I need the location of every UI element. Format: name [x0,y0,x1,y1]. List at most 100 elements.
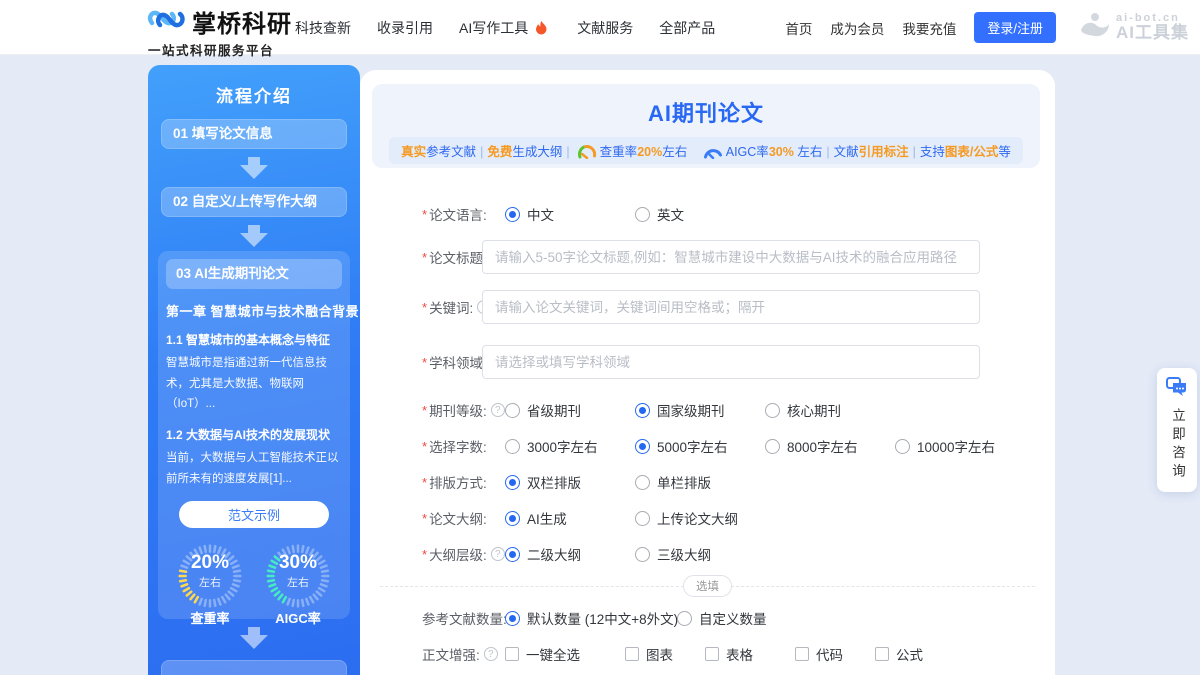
outline-source-option-AI生成[interactable]: AI生成 [505,508,635,528]
radio-checked-control[interactable] [505,475,520,490]
badge-text: 生成大纲 [512,145,562,159]
word-count-option-5000字左右[interactable]: 5000字左右 [635,436,765,456]
header-link-首页[interactable]: 首页 [785,18,812,38]
nav-item-全部产品[interactable]: 全部产品 [659,18,715,38]
keywords-input[interactable] [482,290,980,324]
reference-count-option-自定义数量[interactable]: 自定义数量 [677,608,807,628]
field-label-text: 学科领域: [429,352,487,372]
nav-item-科技查新[interactable]: 科技查新 [295,18,351,38]
radio-control[interactable] [677,611,692,626]
content-enhance-option-公式[interactable]: 公式 [875,644,955,664]
option-label: 单栏排版 [657,472,711,492]
layout-style-option-双栏排版[interactable]: 双栏排版 [505,472,635,492]
field-label-text: 论文语言: [429,204,487,224]
outline-depth-option-二级大纲[interactable]: 二级大纲 [505,544,635,564]
paper-language-option-中文[interactable]: 中文 [505,204,635,224]
option-label: 核心期刊 [787,400,841,420]
checkbox-control[interactable] [795,647,809,661]
paper-title-input[interactable] [482,240,980,274]
consult-label: 立即咨询 [1167,408,1187,482]
option-label: 10000字左右 [917,436,995,456]
checkbox-control[interactable] [705,647,719,661]
preview-section-heading: 1.2 大数据与AI技术的发展现状 [166,426,342,443]
form-row-reference-count: 参考文献数量:默认数量 (12中文+8外文)自定义数量 [360,600,1055,636]
help-icon[interactable]: ? [484,647,498,661]
reference-count-option-默认数量 (12中文+8外文)[interactable]: 默认数量 (12中文+8外文) [505,608,677,628]
word-count-option-10000字左右[interactable]: 10000字左右 [895,436,1030,456]
subject-area-input[interactable] [482,345,980,379]
radio-checked-control[interactable] [505,547,520,562]
sample-paper-button[interactable]: 范文示例 [179,501,329,528]
login-register-button[interactable]: 登录/注册 [974,12,1056,43]
radio-checked-control[interactable] [505,511,520,526]
feature-badge-bar: 真实参考文献|免费生成大纲|查重率20%左右 AIGC率30% 左右|文献引用标… [389,137,1023,164]
layout-style-option-单栏排版[interactable]: 单栏排版 [635,472,765,492]
form-row-journal-level: 期刊等级:?省级期刊国家级期刊 核心期刊 [360,392,1055,428]
word-count-option-8000字左右[interactable]: 8000字左右 [765,436,895,456]
paper-language-option-英文[interactable]: 英文 [635,204,765,224]
header-link-我要充值[interactable]: 我要充值 [902,18,956,38]
badge-text: 图表/公式 [945,145,998,159]
field-label-text: 关键词: [429,297,473,317]
field-label-text: 大纲层级: [429,544,487,564]
outline-depth-option-三级大纲[interactable]: 三级大纲 [635,544,765,564]
gauge-suffix: 左右 [266,574,330,590]
content-enhance-option-表格[interactable]: 表格 [705,644,795,664]
journal-level-option-省级期刊[interactable]: 省级期刊 [505,400,635,420]
badge-separator: | [480,145,483,159]
gauge-blue-icon [700,145,726,159]
header-link-成为会员[interactable]: 成为会员 [830,18,884,38]
site-logo[interactable]: 掌桥科研 一站式科研服务平台 [146,4,292,59]
page-title: AI期刊论文 [372,96,1040,128]
badge-text: AIGC率 [726,145,769,159]
radio-control[interactable] [505,439,520,454]
radio-checked-control[interactable] [635,439,650,454]
radio-checked-control[interactable] [505,611,520,626]
header-links: 首页成为会员我要充值 [785,18,956,38]
help-icon[interactable]: ? [491,547,505,561]
nav-item-收录引用[interactable]: 收录引用 [377,18,433,38]
arrow-down-icon [148,225,360,247]
radio-control[interactable] [635,511,650,526]
content-enhance-option-代码[interactable]: 代码 [795,644,875,664]
checkbox-control[interactable] [505,647,519,661]
step-1-card: 01 填写论文信息 [161,119,347,149]
form-row-word-count: 选择字数: 3000字左右 5000字左右 8000字左右 10000字左右 [360,428,1055,464]
nav-item-AI写作工具[interactable]: AI写作工具 [459,18,551,38]
radio-checked-control[interactable] [635,403,650,418]
field-label-text: 正文增强: [422,644,480,664]
nav-item-文献服务[interactable]: 文献服务 [577,18,633,38]
badge-text: 查重率 [600,145,638,159]
step-2-card: 02 自定义/上传写作大纲 [161,187,347,217]
radio-control[interactable] [505,403,520,418]
gauge-value: 30%左右 [266,553,330,590]
content-enhance-option-图表[interactable]: 图表 [625,644,705,664]
radio-control[interactable] [635,475,650,490]
option-label: 5000字左右 [657,436,728,456]
sidebar-title: 流程介绍 [148,65,360,107]
logo-name: 掌桥科研 [192,4,292,39]
radio-control[interactable] [635,547,650,562]
consult-widget[interactable]: 立即咨询 [1157,368,1197,492]
journal-level-option-核心期刊[interactable]: 核心期刊 [765,400,895,420]
ai-bot-watermark: ai-bot.cn AI工具集 [1080,12,1189,43]
content-enhance-option-一键全选[interactable]: 一键全选 [505,644,625,664]
field-label-journal-level: 期刊等级:? [422,400,505,420]
checkbox-control[interactable] [625,647,639,661]
word-count-option-3000字左右[interactable]: 3000字左右 [505,436,635,456]
radio-control[interactable] [895,439,910,454]
radio-control[interactable] [635,207,650,222]
help-icon[interactable]: ? [491,403,505,417]
radio-control[interactable] [765,439,780,454]
option-label: 中文 [527,204,554,224]
outline-source-option-上传论文大纲[interactable]: 上传论文大纲 [635,508,765,528]
field-label-text: 选择字数: [429,436,487,456]
journal-level-option-国家级期刊[interactable]: 国家级期刊 [635,400,765,420]
field-label-text: 参考文献数量: [422,608,507,628]
checkbox-control[interactable] [875,647,889,661]
radio-checked-control[interactable] [505,207,520,222]
radio-control[interactable] [765,403,780,418]
optional-divider-label: 选填 [683,575,732,597]
form-row-paper-language: 论文语言: 中文 英文 [360,196,1055,232]
gauge-percent: 30% [266,553,330,574]
